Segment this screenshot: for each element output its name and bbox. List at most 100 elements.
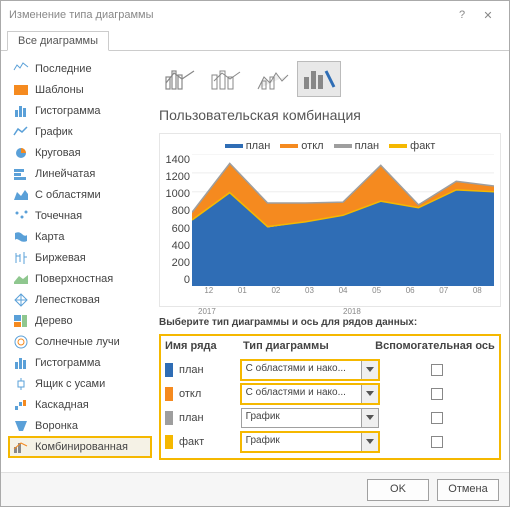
dialog-buttons: OK Отмена	[1, 472, 509, 506]
subtype-2[interactable]	[205, 61, 249, 97]
subtype-1[interactable]	[159, 61, 203, 97]
sidebar-item-label: Биржевая	[35, 252, 86, 264]
secondary-axis-checkbox[interactable]	[431, 364, 443, 376]
change-chart-type-dialog: Изменение типа диаграммы ? ✕ Все диаграм…	[0, 0, 510, 507]
sidebar-item-label: Шаблоны	[35, 84, 84, 96]
chevron-down-icon[interactable]	[361, 360, 379, 380]
dialog-title: Изменение типа диаграммы	[9, 9, 449, 21]
sidebar-item-5[interactable]: Линейчатая	[9, 164, 151, 184]
sidebar-item-13[interactable]: Солнечные лучи	[9, 332, 151, 352]
sidebar-item-16[interactable]: Каскадная	[9, 395, 151, 415]
sidebar-item-label: Поверхностная	[35, 273, 113, 285]
chart-type-icon	[13, 293, 29, 307]
dialog-body: Последние Шаблоны Гистограмма График Кругова…	[1, 51, 509, 472]
secondary-axis-checkbox[interactable]	[431, 412, 443, 424]
series-name: план	[179, 364, 204, 376]
legend-item: план	[225, 140, 271, 152]
x-axis: 12010203040506070820172018	[192, 286, 494, 304]
chart-type-combo[interactable]: График	[241, 432, 379, 452]
chart-area: 1400120010008006004002000 12010203040506…	[164, 154, 496, 304]
chart-type-icon	[13, 251, 29, 265]
sidebar-item-7[interactable]: Точечная	[9, 206, 151, 226]
sidebar-item-11[interactable]: Лепестковая	[9, 290, 151, 310]
sidebar-item-label: Каскадная	[35, 399, 89, 411]
chart-type-combo[interactable]: С областями и нако...	[241, 384, 379, 404]
sidebar-item-17[interactable]: Воронка	[9, 416, 151, 436]
main-panel: Пользовательская комбинация планотклплан…	[159, 59, 501, 464]
sidebar-item-label: Дерево	[35, 315, 73, 327]
title-bar: Изменение типа диаграммы ? ✕	[1, 1, 509, 29]
sidebar-item-2[interactable]: Гистограмма	[9, 101, 151, 121]
sidebar-item-label: График	[35, 126, 73, 138]
sidebar-item-0[interactable]: Последние	[9, 59, 151, 79]
chart-type-icon	[13, 83, 29, 97]
y-axis: 1400120010008006004002000	[164, 154, 190, 286]
chart-type-icon	[13, 62, 29, 76]
chart-legend: план откл план факт	[164, 140, 496, 152]
series-name: план	[179, 412, 204, 424]
chevron-down-icon[interactable]	[361, 408, 379, 428]
cancel-button[interactable]: Отмена	[437, 479, 499, 501]
series-name: откл	[179, 388, 201, 400]
sidebar-item-label: Солнечные лучи	[35, 336, 120, 348]
chart-type-icon	[13, 356, 29, 370]
secondary-axis-checkbox[interactable]	[431, 436, 443, 448]
series-swatch	[165, 411, 173, 425]
chevron-down-icon[interactable]	[361, 432, 379, 452]
sidebar-item-label: Ящик с усами	[35, 378, 105, 390]
legend-item: откл	[280, 140, 323, 152]
sidebar-item-12[interactable]: Дерево	[9, 311, 151, 331]
series-row: план График	[165, 406, 495, 430]
chart-type-icon	[13, 104, 29, 118]
chart-type-icon	[13, 419, 29, 433]
chart-type-icon	[13, 272, 29, 286]
sidebar-item-1[interactable]: Шаблоны	[9, 80, 151, 100]
sidebar-item-8[interactable]: Карта	[9, 227, 151, 247]
sidebar-item-10[interactable]: Поверхностная	[9, 269, 151, 289]
sidebar-item-6[interactable]: С областями	[9, 185, 151, 205]
tab-strip: Все диаграммы	[1, 29, 509, 51]
sidebar-item-15[interactable]: Ящик с усами	[9, 374, 151, 394]
legend-item: факт	[389, 140, 435, 152]
series-name: факт	[179, 436, 204, 448]
subtype-4-custom[interactable]	[297, 61, 341, 97]
help-icon[interactable]: ?	[449, 9, 475, 21]
sidebar-item-14[interactable]: Гистограмма	[9, 353, 151, 373]
legend-item: план	[334, 140, 380, 152]
plot-area	[192, 154, 494, 286]
grid-header: Имя ряда Тип диаграммы Вспомогательная о…	[165, 340, 495, 352]
series-swatch	[165, 387, 173, 401]
chart-type-icon	[13, 440, 29, 454]
sidebar-item-label: Лепестковая	[35, 294, 100, 306]
sidebar-item-label: Карта	[35, 231, 64, 243]
chart-type-icon	[13, 398, 29, 412]
series-row: план С областями и нако...	[165, 358, 495, 382]
chart-type-icon	[13, 209, 29, 223]
sidebar-item-9[interactable]: Биржевая	[9, 248, 151, 268]
subtype-3[interactable]	[251, 61, 295, 97]
sidebar-item-label: Гистограмма	[35, 105, 101, 117]
col-secondary-axis: Вспомогательная ось	[375, 340, 495, 352]
series-row: факт График	[165, 430, 495, 454]
sidebar-item-3[interactable]: График	[9, 122, 151, 142]
chart-type-icon	[13, 188, 29, 202]
sidebar-item-label: С областями	[35, 189, 101, 201]
chart-type-combo[interactable]: С областями и нако...	[241, 360, 379, 380]
sidebar-item-4[interactable]: Круговая	[9, 143, 151, 163]
chart-preview: план откл план факт 14001200100080060040020…	[159, 133, 501, 307]
sidebar-item-label: Гистограмма	[35, 357, 101, 369]
ok-button[interactable]: OK	[367, 479, 429, 501]
chart-type-icon	[13, 125, 29, 139]
chart-type-combo[interactable]: График	[241, 408, 379, 428]
close-icon[interactable]: ✕	[475, 9, 501, 22]
chart-type-icon	[13, 377, 29, 391]
secondary-axis-checkbox[interactable]	[431, 388, 443, 400]
sidebar-item-label: Круговая	[35, 147, 81, 159]
chart-type-icon	[13, 167, 29, 181]
chart-type-icon	[13, 314, 29, 328]
chevron-down-icon[interactable]	[361, 384, 379, 404]
subtype-heading: Пользовательская комбинация	[159, 107, 501, 123]
tab-all-charts[interactable]: Все диаграммы	[7, 31, 109, 51]
series-grid: Имя ряда Тип диаграммы Вспомогательная о…	[159, 334, 501, 460]
sidebar-item-18[interactable]: Комбинированная	[9, 437, 151, 457]
